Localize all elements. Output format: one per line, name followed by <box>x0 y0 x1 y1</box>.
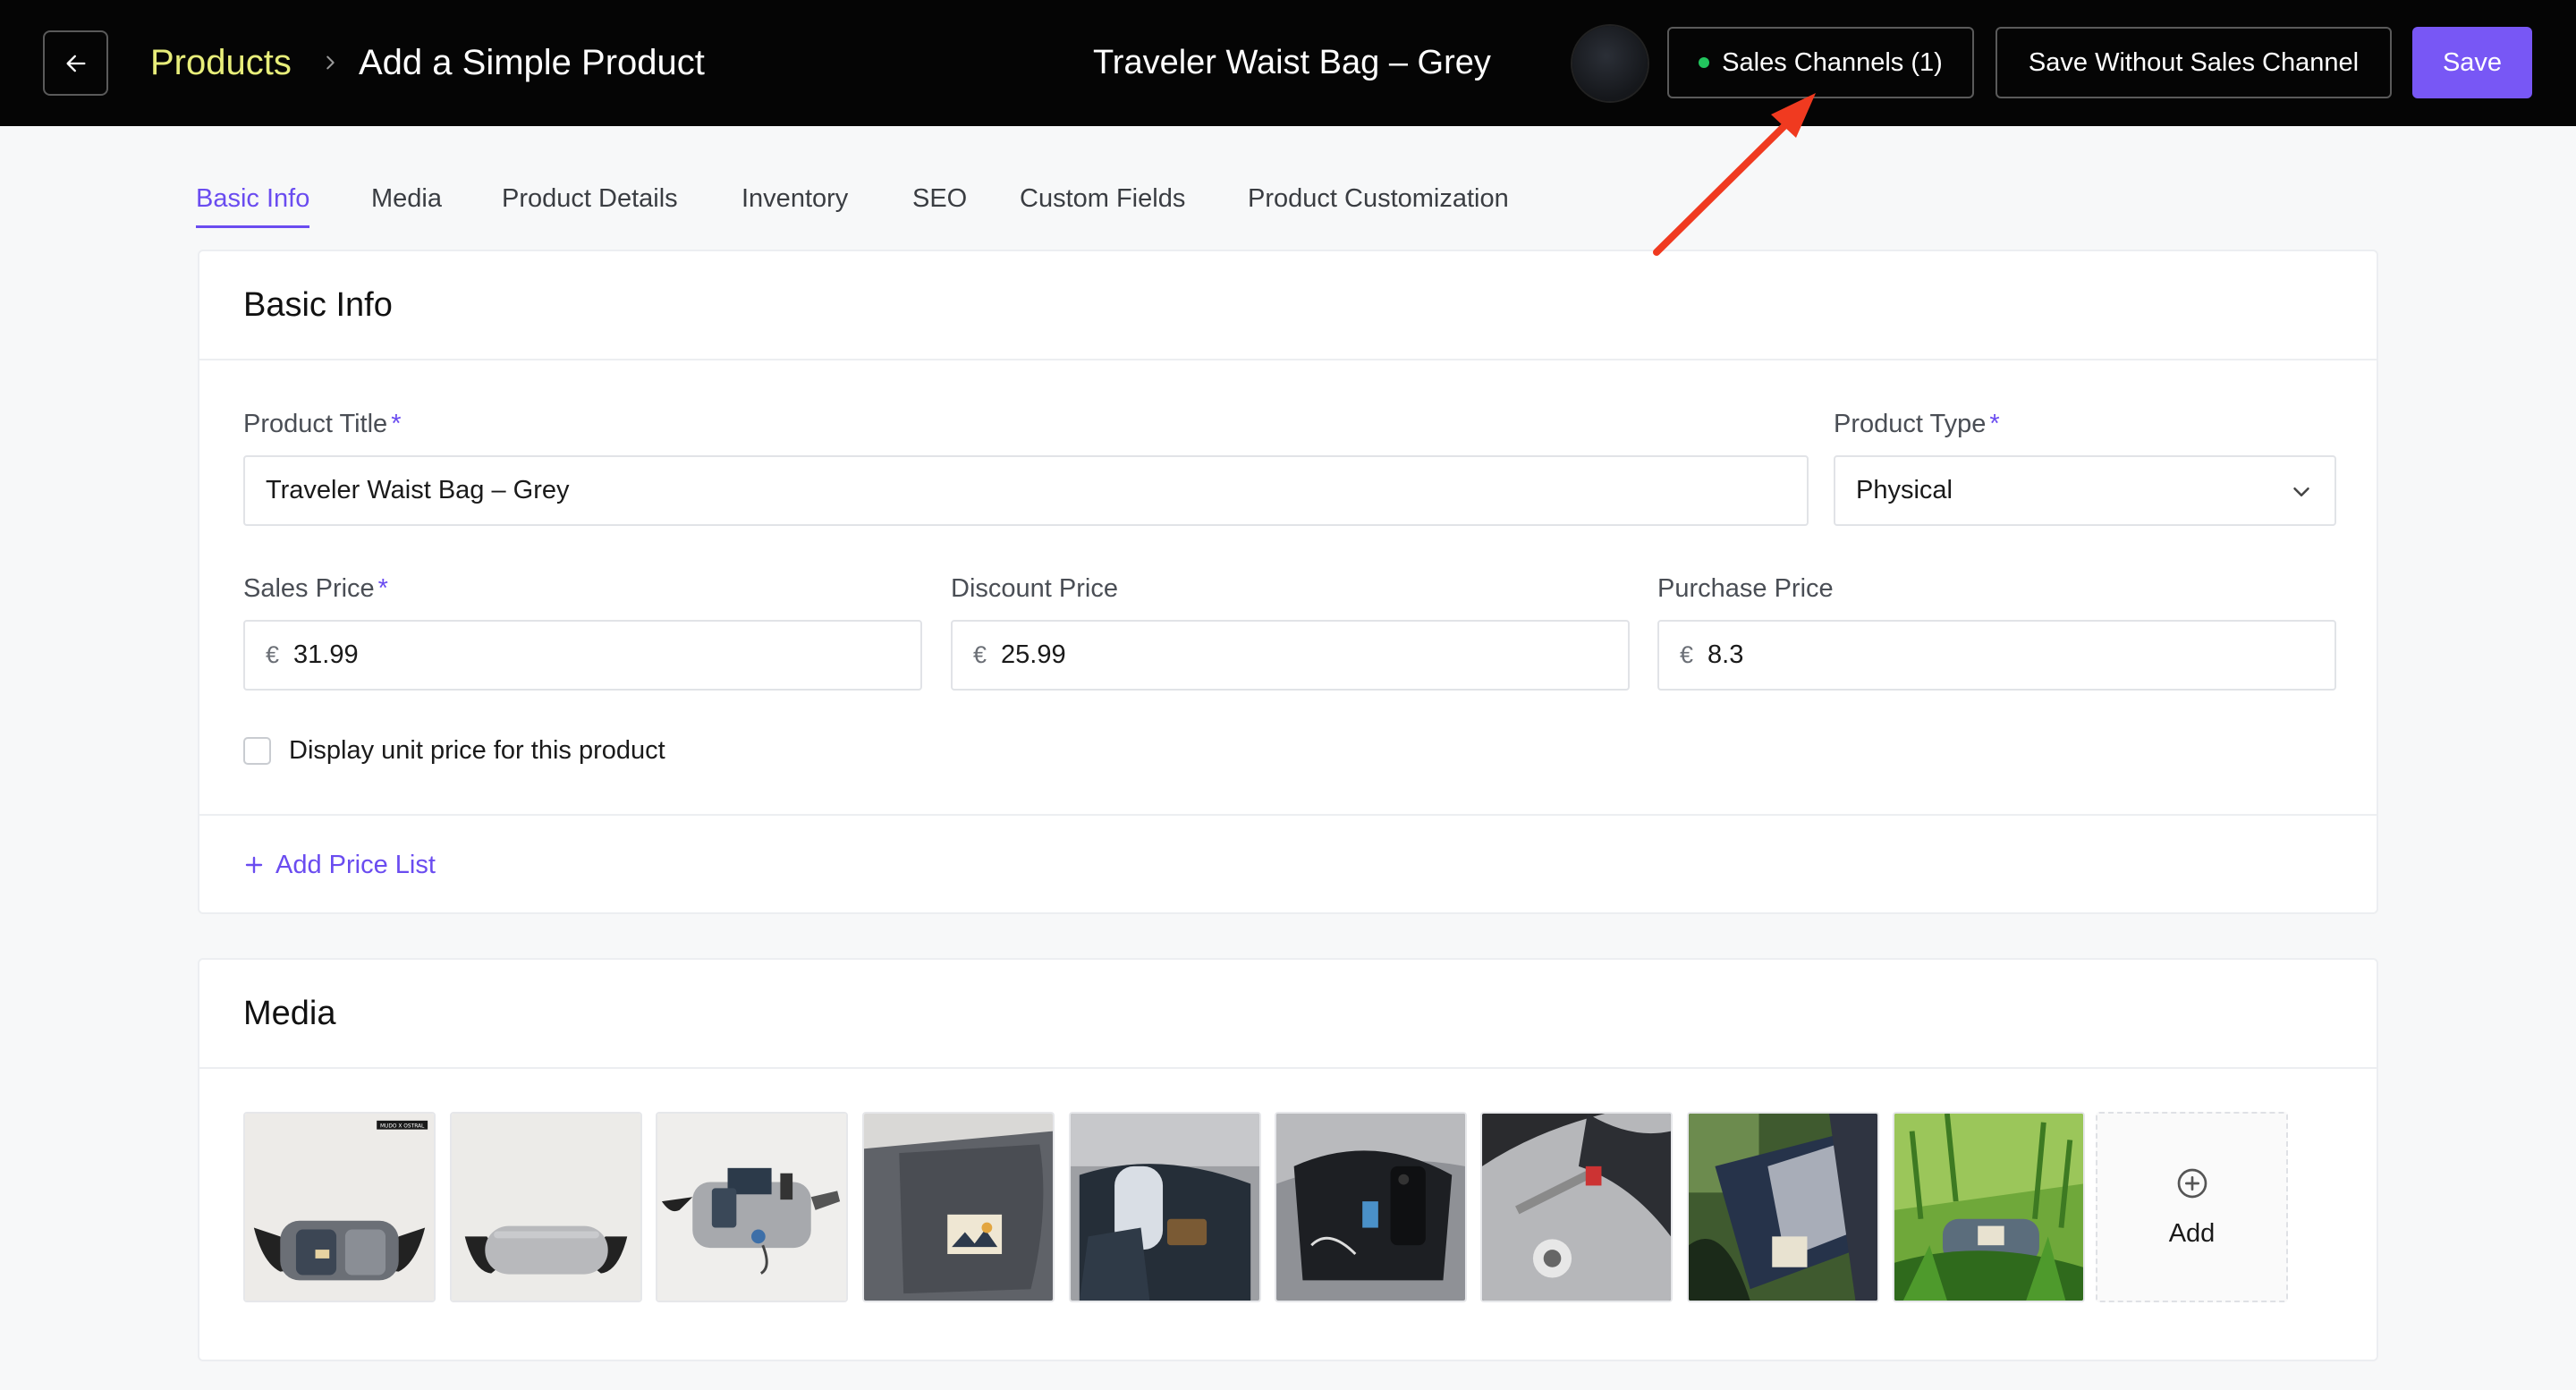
media-thumbnail[interactable] <box>450 1112 642 1302</box>
discount-price-label: Discount Price <box>951 574 1118 603</box>
product-photo <box>1689 1114 1877 1301</box>
currency-symbol: € <box>1680 641 1694 668</box>
sales-price-label: Sales Price * <box>243 574 388 603</box>
tab-product-details[interactable]: Product Details <box>502 179 678 218</box>
arrow-left-icon <box>66 55 86 72</box>
top-bar: Products Add a Simple Product Traveler W… <box>0 0 2576 126</box>
purchase-price-value: 8.3 <box>1707 640 1744 669</box>
basic-info-heading: Basic Info <box>243 286 393 324</box>
save-without-sales-channel-button[interactable]: Save Without Sales Channel <box>1996 27 2392 98</box>
annotation-arrow-icon <box>1653 93 1816 256</box>
product-photo <box>657 1114 846 1301</box>
unit-price-checkbox[interactable] <box>243 737 271 765</box>
breadcrumb-products-link[interactable]: Products <box>150 41 292 84</box>
sales-channels-label: Sales Channels (1) <box>1722 47 1943 77</box>
divider <box>199 1067 2377 1069</box>
media-thumbnail[interactable]: MUDO X OSTRAL <box>243 1112 436 1302</box>
chevron-right-icon <box>318 47 343 79</box>
tab-inventory[interactable]: Inventory <box>741 179 848 218</box>
brand-badge-text: MUDO X OSTRAL <box>380 1124 425 1130</box>
add-media-button[interactable]: Add <box>2096 1112 2288 1302</box>
currency-symbol: € <box>266 641 280 668</box>
plus-icon <box>245 856 263 874</box>
product-title-input[interactable]: Traveler Waist Bag – Grey <box>243 455 1809 526</box>
tab-product-customization[interactable]: Product Customization <box>1248 179 1509 218</box>
back-button[interactable] <box>43 30 108 96</box>
discount-price-input[interactable]: € 25.99 <box>951 620 1630 691</box>
product-type-label: Product Type * <box>1834 410 2000 438</box>
divider <box>199 359 2377 360</box>
status-dot <box>1699 57 1710 68</box>
add-price-list-button[interactable]: Add Price List <box>243 847 436 883</box>
product-title-label: Product Title * <box>243 410 402 438</box>
product-photo: MUDO X OSTRAL <box>245 1114 434 1301</box>
media-thumbnail[interactable] <box>1893 1112 2085 1302</box>
product-title-value: Traveler Waist Bag – Grey <box>266 476 570 504</box>
media-thumbnail[interactable] <box>1687 1112 1879 1302</box>
product-photo <box>1276 1114 1465 1301</box>
tab-seo[interactable]: SEO <box>912 179 967 218</box>
sales-price-value: 31.99 <box>293 640 359 669</box>
discount-price-value: 25.99 <box>1001 640 1066 669</box>
add-media-label: Add <box>2168 1219 2216 1248</box>
add-price-list-label: Add Price List <box>275 851 436 879</box>
divider <box>199 814 2377 816</box>
media-thumbnail[interactable] <box>1480 1112 1673 1302</box>
product-photo <box>452 1114 640 1301</box>
product-photo <box>864 1114 1053 1301</box>
plus-circle-icon <box>2177 1168 2207 1199</box>
save-button[interactable]: Save <box>2412 27 2532 98</box>
media-thumbnail[interactable] <box>1069 1112 1261 1302</box>
media-thumbnail[interactable] <box>1275 1112 1467 1302</box>
media-thumbnail[interactable] <box>656 1112 848 1302</box>
product-type-value: Physical <box>1856 476 1953 504</box>
product-photo <box>1894 1114 2083 1301</box>
tab-media[interactable]: Media <box>371 179 442 218</box>
sales-price-input[interactable]: € 31.99 <box>243 620 922 691</box>
media-card: Media MUDO X OSTRAL Add <box>198 958 2378 1361</box>
page-title: Add a Simple Product <box>359 43 705 82</box>
purchase-price-label: Purchase Price <box>1657 574 1834 603</box>
basic-info-card: Basic Info Product Title * Traveler Waist… <box>198 250 2378 914</box>
product-type-select[interactable]: Physical <box>1834 455 2336 526</box>
currency-symbol: € <box>973 641 987 668</box>
media-heading: Media <box>243 995 336 1032</box>
product-photo <box>1482 1114 1671 1301</box>
tab-basic-info[interactable]: Basic Info <box>196 179 310 228</box>
purchase-price-input[interactable]: € 8.3 <box>1657 620 2336 691</box>
product-photo <box>1071 1114 1259 1301</box>
tab-custom-fields[interactable]: Custom Fields <box>1020 179 1185 218</box>
chevron-down-icon <box>2293 487 2309 496</box>
product-name-title: Traveler Waist Bag – Grey <box>1093 44 1491 81</box>
unit-price-checkbox-label[interactable]: Display unit price for this product <box>289 733 665 768</box>
media-thumbnail[interactable] <box>862 1112 1055 1302</box>
